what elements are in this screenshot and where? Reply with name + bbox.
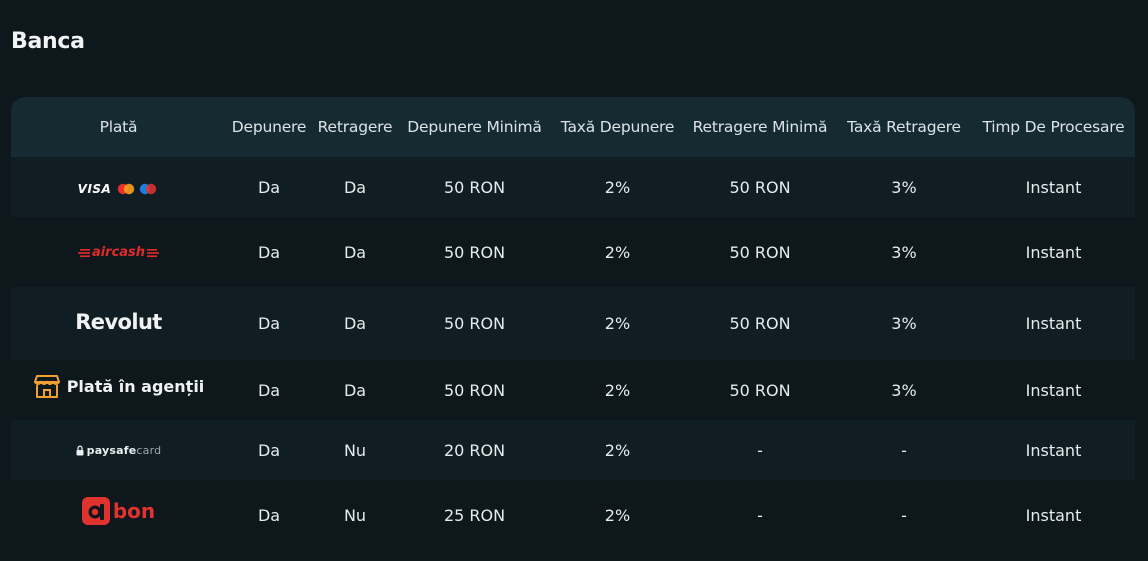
agency-payment-logo: Plată în agenții xyxy=(33,372,205,400)
depunere-cell: Da xyxy=(226,287,312,360)
aircash-logo-text: aircash xyxy=(91,245,146,260)
depunere-cell: Da xyxy=(226,480,312,550)
timp-procesare-cell: Instant xyxy=(972,217,1135,287)
taxa-retragere-cell: 3% xyxy=(836,287,972,360)
mastercard-maestro-icon xyxy=(118,183,157,194)
retragere-minima-cell: 50 RON xyxy=(684,217,836,287)
aircash-left-lines-icon xyxy=(77,248,90,257)
taxa-depunere-cell: 2% xyxy=(551,287,684,360)
paysafecard-logo: paysafecard xyxy=(76,444,162,457)
retragere-cell: Nu xyxy=(312,480,398,550)
abon-a-icon xyxy=(81,497,110,525)
column-header-timp-procesare: Timp De Procesare xyxy=(972,97,1135,157)
retragere-cell: Nu xyxy=(312,420,398,480)
table-row: Revolut Da Da 50 RON 2% 50 RON 3% Instan… xyxy=(11,287,1135,360)
taxa-depunere-cell: 2% xyxy=(551,420,684,480)
depunere-cell: Da xyxy=(226,360,312,420)
revolut-logo: Revolut xyxy=(75,310,162,334)
store-icon xyxy=(33,375,60,398)
depunere-minima-cell: 20 RON xyxy=(398,420,551,480)
aircash-right-lines-icon xyxy=(147,248,160,257)
timp-procesare-cell: Instant xyxy=(972,287,1135,360)
paysafecard-logo-light: card xyxy=(136,443,162,457)
taxa-depunere-cell: 2% xyxy=(551,360,684,420)
taxa-depunere-cell: 2% xyxy=(551,480,684,550)
timp-procesare-cell: Instant xyxy=(972,480,1135,550)
aircash-logo: aircash xyxy=(77,245,160,260)
depunere-cell: Da xyxy=(226,420,312,480)
depunere-cell: Da xyxy=(226,217,312,287)
column-header-depunere-minima: Depunere Minimă xyxy=(398,97,551,157)
table-header-row: Plată Depunere Retragere Depunere Minimă… xyxy=(11,97,1135,157)
taxa-depunere-cell: 2% xyxy=(551,157,684,217)
payment-method-cell: paysafecard xyxy=(11,420,226,480)
table-row: bon Da Nu 25 RON 2% - - Instant xyxy=(11,480,1135,550)
revolut-logo-text: Revolut xyxy=(75,309,162,334)
taxa-retragere-cell: - xyxy=(836,480,972,550)
retragere-minima-cell: - xyxy=(684,420,836,480)
timp-procesare-cell: Instant xyxy=(972,360,1135,420)
column-header-plata: Plată xyxy=(11,97,226,157)
agency-payment-text: Plată în agenții xyxy=(66,376,205,396)
column-header-depunere: Depunere xyxy=(226,97,312,157)
table-row: VISA Da Da 50 RON 2% 50 RON 3% Instant xyxy=(11,157,1135,217)
page-title: Banca xyxy=(11,29,85,54)
payment-method-cell: Plată în agenții xyxy=(11,360,226,420)
payment-method-cell: Revolut xyxy=(11,287,226,360)
payment-methods-table: Plată Depunere Retragere Depunere Minimă… xyxy=(11,97,1135,550)
table-row: aircash Da Da 50 RON 2% 50 RON 3% Instan… xyxy=(11,217,1135,287)
depunere-minima-cell: 50 RON xyxy=(398,217,551,287)
taxa-depunere-cell: 2% xyxy=(551,217,684,287)
column-header-taxa-retragere: Taxă Retragere xyxy=(836,97,972,157)
taxa-retragere-cell: 3% xyxy=(836,157,972,217)
depunere-minima-cell: 50 RON xyxy=(398,287,551,360)
payment-method-cell: VISA xyxy=(11,157,226,217)
retragere-cell: Da xyxy=(312,217,398,287)
retragere-minima-cell: 50 RON xyxy=(684,157,836,217)
column-header-retragere-minima: Retragere Minimă xyxy=(684,97,836,157)
column-header-retragere: Retragere xyxy=(312,97,398,157)
retragere-cell: Da xyxy=(312,360,398,420)
table-row: Plată în agenții Da Da 50 RON 2% 50 RON … xyxy=(11,360,1135,420)
payment-methods-page: Banca Plată Depunere Retragere Depunere … xyxy=(0,0,1148,561)
timp-procesare-cell: Instant xyxy=(972,157,1135,217)
taxa-retragere-cell: 3% xyxy=(836,217,972,287)
retragere-cell: Da xyxy=(312,157,398,217)
depunere-minima-cell: 25 RON xyxy=(398,480,551,550)
retragere-minima-cell: - xyxy=(684,480,836,550)
taxa-retragere-cell: - xyxy=(836,420,972,480)
depunere-minima-cell: 50 RON xyxy=(398,157,551,217)
visa-mastercard-maestro-logo: VISA xyxy=(78,182,160,196)
payment-method-cell: bon xyxy=(11,480,226,550)
depunere-minima-cell: 50 RON xyxy=(398,360,551,420)
visa-logo-text: VISA xyxy=(77,181,112,196)
abon-logo-text: bon xyxy=(112,499,156,523)
retragere-minima-cell: 50 RON xyxy=(684,360,836,420)
timp-procesare-cell: Instant xyxy=(972,420,1135,480)
taxa-retragere-cell: 3% xyxy=(836,360,972,420)
padlock-icon xyxy=(76,445,84,455)
retragere-minima-cell: 50 RON xyxy=(684,287,836,360)
retragere-cell: Da xyxy=(312,287,398,360)
paysafecard-logo-text: paysafecard xyxy=(87,444,162,457)
abon-logo: bon xyxy=(81,497,156,525)
payment-method-cell: aircash xyxy=(11,217,226,287)
column-header-taxa-depunere: Taxă Depunere xyxy=(551,97,684,157)
depunere-cell: Da xyxy=(226,157,312,217)
paysafecard-logo-bold: paysafe xyxy=(86,443,137,457)
table-row: paysafecard Da Nu 20 RON 2% - - Instant xyxy=(11,420,1135,480)
